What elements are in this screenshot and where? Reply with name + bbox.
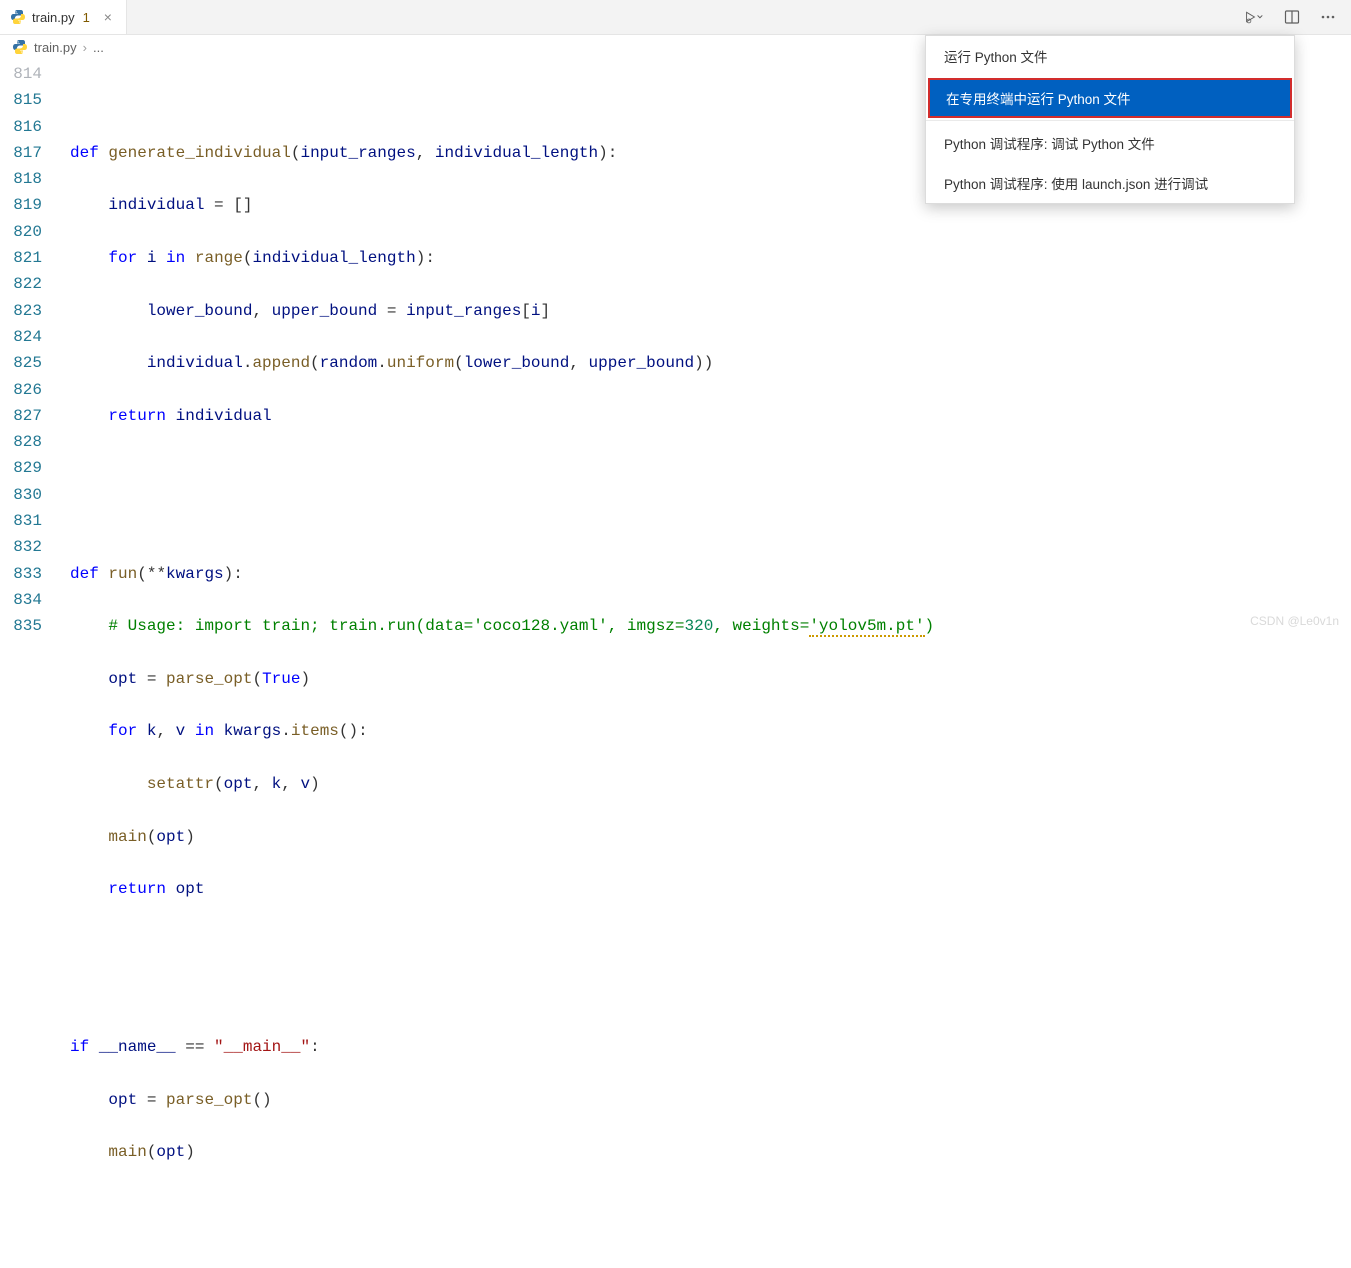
line-number: 834 [0, 587, 42, 613]
breadcrumb-more: ... [93, 40, 104, 55]
menu-separator [926, 120, 1294, 121]
line-number: 835 [0, 613, 42, 639]
python-file-icon [10, 9, 26, 25]
line-number: 824 [0, 324, 42, 350]
split-editor-icon[interactable] [1281, 6, 1303, 28]
run-dropdown-button[interactable] [1245, 6, 1267, 28]
line-number: 815 [0, 87, 42, 113]
line-number: 832 [0, 534, 42, 560]
tab-dirty-indicator: 1 [83, 10, 90, 25]
breadcrumb-filename: train.py [34, 40, 77, 55]
line-number: 818 [0, 166, 42, 192]
line-number: 833 [0, 561, 42, 587]
line-number: 827 [0, 403, 42, 429]
line-number: 816 [0, 114, 42, 140]
line-number: 830 [0, 482, 42, 508]
more-actions-icon[interactable] [1317, 6, 1339, 28]
menu-item-run-in-dedicated-terminal[interactable]: 在专用终端中运行 Python 文件 [928, 78, 1292, 118]
line-number: 822 [0, 271, 42, 297]
tab-filename: train.py [32, 10, 75, 25]
tab-bar: train.py 1 × [0, 0, 1351, 35]
line-number: 821 [0, 245, 42, 271]
line-number: 823 [0, 298, 42, 324]
python-file-icon [12, 39, 28, 55]
chevron-right-icon: › [83, 40, 87, 55]
run-dropdown-menu: 运行 Python 文件 在专用终端中运行 Python 文件 Python 调… [925, 35, 1295, 204]
line-number: 819 [0, 192, 42, 218]
line-number: 825 [0, 350, 42, 376]
editor-actions [1245, 6, 1351, 28]
tab-train-py[interactable]: train.py 1 × [0, 0, 127, 34]
menu-item-debug-launch-json[interactable]: Python 调试程序: 使用 launch.json 进行调试 [926, 163, 1294, 203]
line-number: 831 [0, 508, 42, 534]
line-number: 814 [0, 61, 42, 87]
menu-item-debug-python-file[interactable]: Python 调试程序: 调试 Python 文件 [926, 123, 1294, 163]
menu-item-run-python-file[interactable]: 运行 Python 文件 [926, 36, 1294, 76]
line-number: 829 [0, 455, 42, 481]
line-number: 826 [0, 377, 42, 403]
watermark: CSDN @Le0v1n [1250, 614, 1339, 628]
line-number: 828 [0, 429, 42, 455]
line-number: 817 [0, 140, 42, 166]
line-gutter: 814 815 816 817 818 819 820 821 822 823 … [0, 59, 60, 633]
close-icon[interactable]: × [100, 9, 116, 25]
line-number: 820 [0, 219, 42, 245]
